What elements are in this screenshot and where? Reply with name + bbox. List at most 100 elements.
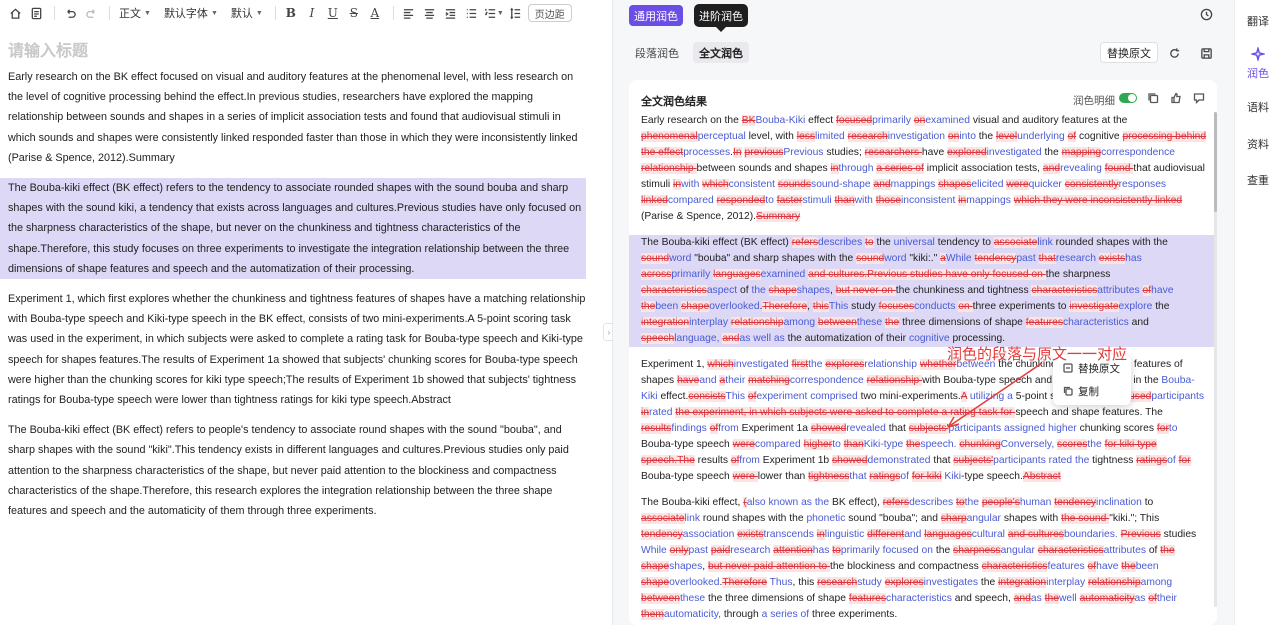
tab-full-polish[interactable]: 全文润色 (693, 42, 749, 63)
history-icon[interactable] (1200, 8, 1214, 22)
deleted-text: subjects' (953, 455, 994, 466)
deleted-text: characteristics (981, 561, 1048, 572)
deleted-text: investigate (1069, 301, 1119, 312)
copy-icon[interactable] (1147, 91, 1161, 105)
indent-icon[interactable] (442, 3, 460, 23)
deleted-text: for (1156, 423, 1169, 434)
document-paragraph-selected[interactable]: The Bouba-kiki effect (BK effect) refers… (0, 178, 586, 280)
unchanged-text: the (1152, 301, 1170, 312)
document-icon[interactable] (27, 3, 45, 23)
unchanged-text: Experiment 1a (738, 423, 811, 434)
deleted-text: than (834, 195, 855, 206)
tab-general-polish[interactable]: 通用润色 (629, 5, 683, 26)
details-toggle-switch[interactable] (1119, 93, 1137, 103)
bold-button[interactable]: B (282, 3, 300, 23)
deleted-text: integration (641, 317, 690, 328)
result-paragraph[interactable]: The Bouba-kiki effect, (also known as th… (641, 495, 1207, 623)
added-text: has (812, 545, 830, 556)
document-paragraph[interactable]: The Bouba-kiki effect (BK effect) refers… (8, 420, 586, 521)
added-text: overlooked (709, 301, 760, 312)
added-text: mappings (890, 179, 936, 190)
added-text: consistent (728, 179, 775, 190)
added-text: processes (683, 147, 731, 158)
added-text: word (669, 253, 692, 264)
unchanged-text: three dimensions of shape (899, 317, 1026, 328)
replace-original-button[interactable]: 替换原文 (1100, 42, 1158, 63)
toolbar-divider (274, 6, 276, 20)
unchanged-text: cognitive (1076, 131, 1123, 142)
sidebar-item-polish[interactable]: 润色 (1235, 47, 1280, 81)
added-text: investigates (923, 577, 979, 588)
sidebar-item-references[interactable]: 资料 (1235, 136, 1280, 152)
list-icon[interactable] (463, 3, 481, 23)
unchanged-text: rounded shapes with the (1052, 237, 1168, 248)
tab-advanced-polish[interactable]: 进阶润色 (694, 4, 748, 32)
paragraph-style-dropdown[interactable]: 正文 ▼ (116, 3, 154, 23)
unchanged-text: and (1128, 317, 1149, 328)
font-size-dropdown[interactable]: 默认 ▼ (228, 3, 266, 23)
home-icon[interactable] (6, 3, 24, 23)
result-card-title: 全文润色结果 (641, 96, 707, 108)
thumbs-up-icon[interactable] (1170, 91, 1184, 105)
align-center-icon[interactable] (421, 3, 439, 23)
tab-paragraph-polish[interactable]: 段落润色 (629, 43, 685, 63)
sparkle-icon (1251, 47, 1265, 61)
added-text: language, (674, 333, 723, 344)
unchanged-text: effect (805, 115, 837, 126)
underline-button[interactable]: U (324, 3, 342, 23)
deleted-text: characteristics (1031, 285, 1098, 296)
unchanged-text: the blockiness and compactness (829, 561, 982, 572)
strikethrough-button[interactable]: S (345, 3, 363, 23)
chevron-down-icon: ▼ (144, 9, 151, 17)
document-paragraph[interactable]: Early research on the BK effect focused … (8, 67, 586, 168)
align-icon[interactable] (400, 3, 418, 23)
added-text: into (959, 131, 976, 142)
document-body[interactable]: Early research on the BK effect focused … (0, 67, 586, 531)
added-text: primarily (671, 269, 711, 280)
feedback-icon[interactable] (1193, 91, 1207, 105)
added-text: This (828, 301, 849, 312)
sidebar-item-corpus[interactable]: 语料 (1235, 99, 1280, 115)
deleted-text: the (884, 317, 900, 328)
deleted-text: refers (882, 497, 910, 508)
italic-button[interactable]: I (303, 3, 321, 23)
deleted-text: which (702, 179, 729, 190)
sidebar-item-plagiarism-check[interactable]: 查重 (1235, 172, 1280, 188)
deleted-text: in (673, 179, 682, 190)
ordered-list-icon[interactable]: ▼ (484, 3, 504, 23)
added-text: the (808, 359, 823, 370)
document-paragraph[interactable]: Experiment 1, which first explores wheth… (8, 289, 586, 410)
deleted-text: and cultures (1007, 529, 1064, 540)
line-spacing-icon[interactable] (507, 3, 525, 23)
save-icon[interactable] (1196, 43, 1216, 63)
deleted-text: mapping (1061, 147, 1102, 158)
sidebar-item-translate[interactable]: 翻译 (1235, 13, 1280, 29)
result-scrollbar-thumb[interactable] (1214, 112, 1217, 212)
document-title-placeholder[interactable]: 请输入标题 (8, 37, 88, 61)
page-margin-button[interactable]: 页边距 (527, 4, 572, 22)
added-text: from (718, 423, 739, 434)
deleted-text: but never on (835, 285, 896, 296)
unchanged-text: round shapes with the (699, 513, 807, 524)
deleted-text: features (848, 593, 887, 604)
unchanged-text: lower than (757, 471, 809, 482)
added-text: automaticity, (663, 609, 721, 620)
result-paragraph[interactable]: Early research on the BKBouba-Kiki effec… (641, 113, 1207, 225)
deleted-text: higher (803, 439, 833, 450)
undo-icon[interactable] (61, 3, 79, 23)
added-text: interplay (689, 317, 729, 328)
added-text: Kiki (941, 471, 962, 482)
added-text: association (682, 529, 735, 540)
deleted-text: in (816, 529, 825, 540)
refresh-icon[interactable] (1164, 43, 1184, 63)
added-text: that (849, 471, 867, 482)
unchanged-text: the sharpness (1045, 269, 1111, 280)
deleted-text: to (865, 237, 874, 248)
result-paragraph-selected[interactable]: The Bouba-kiki effect (BK effect) refers… (629, 235, 1217, 347)
redo-icon[interactable] (82, 3, 100, 23)
deleted-text: researchers (864, 147, 922, 158)
added-text: of (900, 471, 909, 482)
font-family-dropdown[interactable]: 默认字体 ▼ (161, 3, 221, 23)
deleted-text: people's (981, 497, 1020, 508)
font-color-button[interactable]: A (366, 3, 384, 23)
